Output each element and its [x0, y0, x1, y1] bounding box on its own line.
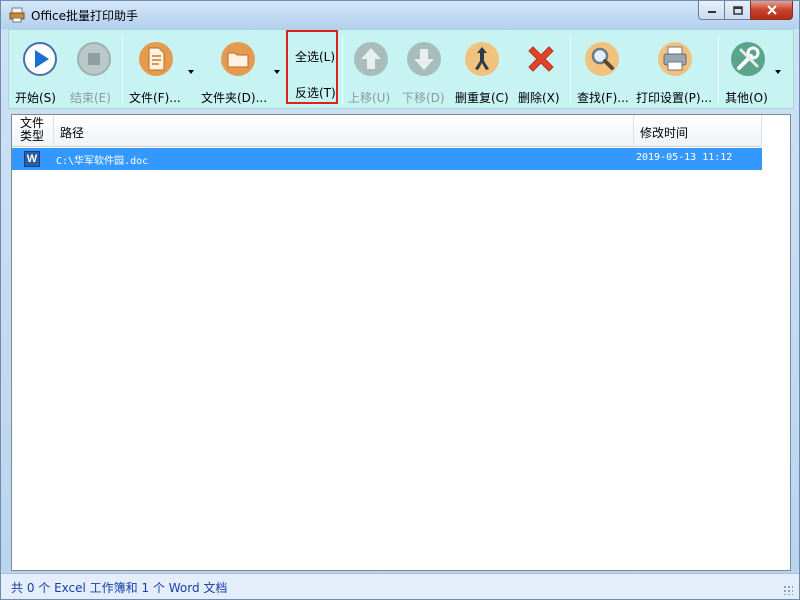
file-dropdown-arrow[interactable] [188, 70, 194, 74]
maximize-button[interactable] [724, 1, 750, 20]
window-title: Office批量打印助手 [31, 7, 138, 24]
printer-app-icon [9, 7, 25, 23]
row-modified: 2019-05-13 11:12 [636, 152, 732, 163]
selection-group: 全选(L) 反选(T) [286, 30, 338, 104]
minimize-button[interactable] [698, 1, 724, 20]
type-header-line2: 类型 [20, 130, 44, 142]
delete-label: 删除(X) [518, 89, 560, 106]
start-button[interactable]: 开始(S) [13, 36, 67, 106]
printer-icon [657, 41, 693, 77]
status-bar: 共 0 个 Excel 工作簿和 1 个 Word 文档 [1, 573, 799, 599]
maximize-icon [733, 6, 743, 15]
type-header-line1: 文件 [20, 117, 44, 129]
add-file-button[interactable]: 文件(F)... [126, 36, 186, 106]
delete-button[interactable]: 删除(X) [516, 36, 566, 106]
folder-dropdown-arrow[interactable] [274, 70, 280, 74]
table-row[interactable]: W C:\华军软件园.doc 2019-05-13 11:12 [12, 148, 762, 170]
modified-header-label: 修改时间 [640, 124, 688, 141]
merge-icon [464, 41, 500, 77]
other-label: 其他(O) [725, 89, 768, 106]
print-settings-button[interactable]: 打印设置(P)... [635, 36, 715, 106]
minimize-icon [707, 6, 717, 14]
move-up-button[interactable]: 上移(U) [346, 36, 396, 106]
path-header-label: 路径 [60, 124, 84, 141]
print-settings-label: 打印设置(P)... [636, 89, 712, 106]
add-folder-button[interactable]: 文件夹(D)... [199, 36, 277, 106]
word-icon: W [24, 151, 40, 167]
window-controls [698, 1, 793, 21]
find-label: 查找(F)... [577, 89, 629, 106]
resize-grip-icon[interactable] [783, 585, 793, 595]
toolbar-separator [342, 36, 343, 104]
remove-duplicates-button[interactable]: 删重复(C) [453, 36, 511, 106]
arrow-up-icon [353, 41, 389, 77]
close-icon [766, 5, 778, 15]
dedupe-label: 删重复(C) [455, 89, 509, 106]
column-header-path[interactable]: 路径 [54, 115, 634, 147]
stop-icon [76, 41, 112, 77]
arrow-down-icon [406, 41, 442, 77]
find-button[interactable]: 查找(F)... [574, 36, 630, 106]
stop-button[interactable]: 结束(E) [67, 36, 121, 106]
list-header: 文件 类型 路径 修改时间 [12, 115, 762, 147]
toolbar-separator [718, 36, 719, 104]
file-list[interactable]: 文件 类型 路径 修改时间 W C:\华军软件园.doc 2019-05-13 … [11, 114, 791, 571]
folder-label: 文件夹(D)... [201, 89, 267, 106]
toolbar-separator [122, 36, 123, 104]
start-label: 开始(S) [15, 89, 56, 106]
invert-selection-button[interactable]: 反选(T) [295, 84, 336, 101]
move-up-label: 上移(U) [348, 89, 390, 106]
search-icon [584, 41, 620, 77]
delete-x-icon [523, 41, 559, 77]
tools-icon [730, 41, 766, 77]
toolbar-separator [570, 36, 571, 104]
move-down-label: 下移(D) [402, 89, 445, 106]
column-header-modified[interactable]: 修改时间 [634, 115, 762, 147]
column-header-type[interactable]: 文件 类型 [12, 115, 54, 147]
toolbar: 开始(S) 结束(E) 文件(F)... [8, 29, 794, 109]
close-button[interactable] [750, 1, 793, 20]
other-button[interactable]: 其他(O) [722, 36, 774, 106]
other-dropdown-arrow[interactable] [775, 70, 781, 74]
file-icon [138, 41, 174, 77]
app-window: Office批量打印助手 开始(S) [0, 0, 800, 600]
select-all-button[interactable]: 全选(L) [295, 48, 335, 65]
row-path: C:\华军软件园.doc [56, 152, 148, 167]
stop-label: 结束(E) [70, 89, 111, 106]
play-icon [22, 41, 58, 77]
folder-icon [220, 41, 256, 77]
file-label: 文件(F)... [129, 89, 181, 106]
status-text: 共 0 个 Excel 工作簿和 1 个 Word 文档 [11, 579, 227, 596]
title-bar[interactable]: Office批量打印助手 [1, 1, 799, 29]
move-down-button[interactable]: 下移(D) [399, 36, 449, 106]
